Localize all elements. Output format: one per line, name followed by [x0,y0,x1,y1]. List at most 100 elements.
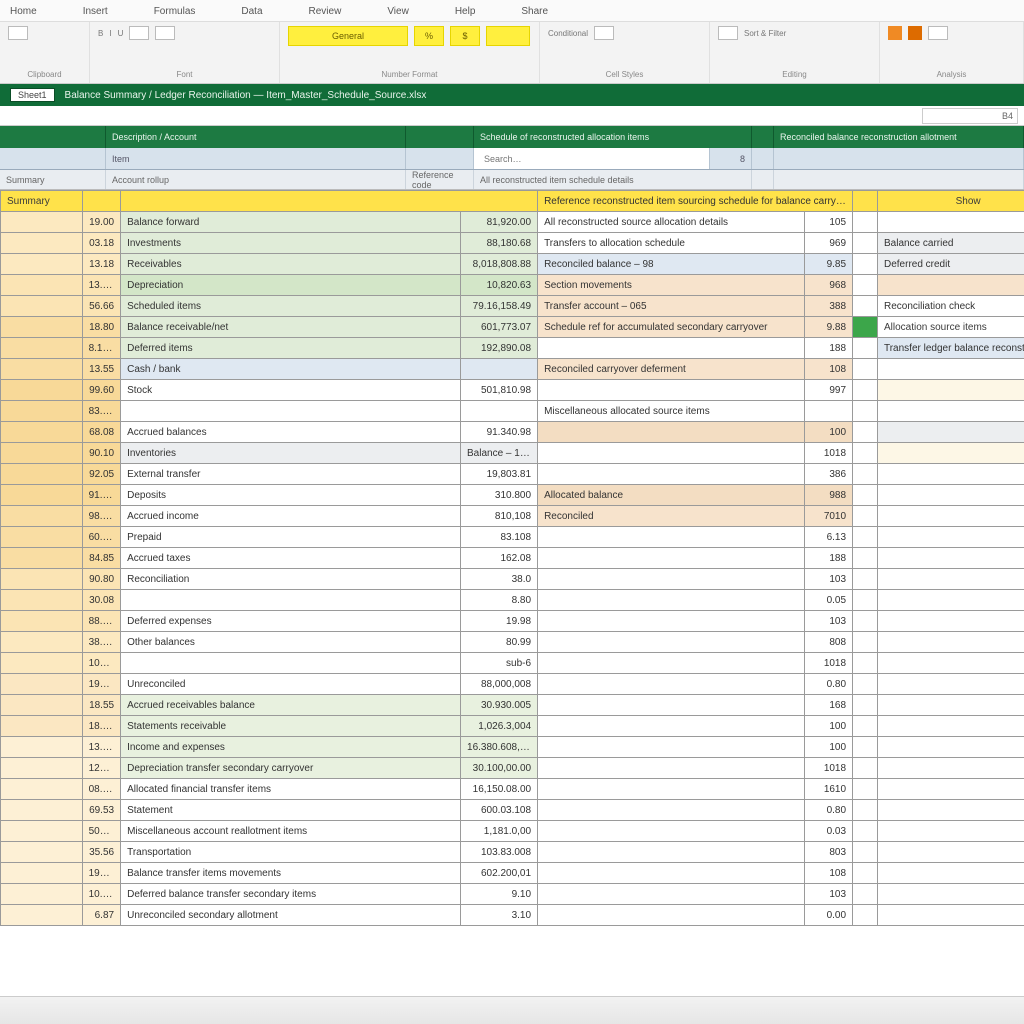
cell[interactable] [853,422,878,443]
cell[interactable]: 100 [805,716,853,737]
cell[interactable] [538,695,805,716]
table-row[interactable]: 84.85Accrued taxes162.08188181 [1,548,1024,569]
table-row[interactable]: 19.00Balance forward81,920.00All reconst… [1,212,1024,233]
cell[interactable]: Reference reconstructed item sourcing sc… [538,191,853,212]
cell[interactable]: 13.800 [82,275,121,296]
ribbon-tab[interactable]: Help [455,2,476,21]
cell[interactable] [853,569,878,590]
cell[interactable]: 6.13 [805,527,853,548]
table-row[interactable]: 6.87Unreconciled secondary allotment3.10… [1,905,1024,926]
cell[interactable] [461,359,538,380]
cell[interactable] [853,317,878,338]
cell[interactable] [1,422,83,443]
table-row[interactable]: 18.55Accrued receivables balance30.930.0… [1,695,1024,716]
cell[interactable]: 0.80 [805,800,853,821]
cell[interactable] [538,422,805,443]
cell[interactable] [853,338,878,359]
cell[interactable] [538,716,805,737]
font-item[interactable]: U [118,29,124,38]
cell[interactable]: 08.181 [82,779,121,800]
cell[interactable] [853,737,878,758]
cell[interactable]: 105 [805,212,853,233]
cell[interactable]: 310.800 [461,485,538,506]
cell[interactable]: 601,773.07 [461,317,538,338]
cell[interactable]: 1018 [805,443,853,464]
cell[interactable]: 69.53 [82,800,121,821]
cell[interactable] [1,779,83,800]
cell[interactable] [1,527,83,548]
cell[interactable] [853,611,878,632]
cell[interactable] [1,758,83,779]
cell[interactable] [877,716,1024,737]
cell[interactable]: 108 [805,359,853,380]
cell[interactable] [853,800,878,821]
cell[interactable]: 7010 [805,506,853,527]
cell[interactable] [82,191,121,212]
cell[interactable]: 191.800 [82,863,121,884]
cell[interactable] [121,191,538,212]
cell[interactable]: 0.00 [805,905,853,926]
cell[interactable] [538,569,805,590]
table-row[interactable]: 13.140Income and expenses16.380.608,0101… [1,737,1024,758]
cell[interactable]: 13.18 [82,254,121,275]
cell-reference-box[interactable]: B4 [922,108,1018,124]
cell[interactable]: 1018 [805,653,853,674]
cell[interactable]: 103 [805,884,853,905]
cell[interactable] [538,758,805,779]
cell[interactable] [853,842,878,863]
cell[interactable]: 38.0 [461,569,538,590]
cell[interactable] [1,569,83,590]
cell[interactable]: Transfer account – 065 [538,296,805,317]
cell[interactable] [538,527,805,548]
cell[interactable]: 386 [805,464,853,485]
cell[interactable]: 91.340.98 [461,422,538,443]
table-row[interactable]: 13.800Depreciation10,820.63Section movem… [1,275,1024,296]
cell[interactable] [877,380,1024,401]
cell[interactable] [1,506,83,527]
cell[interactable]: 98.180 [82,506,121,527]
cell[interactable]: Schedule ref for accumulated secondary c… [538,317,805,338]
cell[interactable] [805,401,853,422]
cell[interactable] [853,779,878,800]
cell[interactable]: 103.83.008 [461,842,538,863]
cell[interactable]: Deferred credit [877,254,1024,275]
cell[interactable] [877,905,1024,926]
cell[interactable]: Reconciliation check [877,296,1024,317]
cell[interactable]: 91.180 [82,485,121,506]
cell[interactable]: Depreciation [121,275,461,296]
cell[interactable]: 997 [805,380,853,401]
cell[interactable] [538,821,805,842]
cell[interactable] [853,380,878,401]
cell[interactable] [853,233,878,254]
cell[interactable]: Transfer ledger balance reconstruct [877,338,1024,359]
cell[interactable] [1,632,83,653]
cell[interactable] [877,779,1024,800]
cell[interactable] [877,359,1024,380]
table-row[interactable]: 98.180Accrued income810,108Reconciled701… [1,506,1024,527]
cell[interactable]: 0.80 [805,674,853,695]
cell[interactable]: 8.80 [461,590,538,611]
cell[interactable] [1,590,83,611]
cell[interactable]: Receivables [121,254,461,275]
cell[interactable]: 19.98 [461,611,538,632]
cell[interactable]: 168 [805,695,853,716]
table-row[interactable]: 90.10InventoriesBalance – 1,18010188 [1,443,1024,464]
cell[interactable] [853,212,878,233]
cell[interactable] [538,590,805,611]
cell[interactable] [1,905,83,926]
cell[interactable] [1,863,83,884]
cell[interactable]: 83.108 [461,527,538,548]
cell[interactable] [877,422,1024,443]
cell[interactable]: Balance – 1,180 [461,443,538,464]
ribbon-tab[interactable]: Data [241,2,262,21]
ribbon-tab[interactable]: Insert [83,2,108,21]
cell[interactable]: 0.05 [805,590,853,611]
cell[interactable] [853,758,878,779]
cell[interactable]: 188 [805,548,853,569]
cell[interactable]: Balance receivable/net [121,317,461,338]
ribbon-tab[interactable]: Formulas [154,2,196,21]
cell[interactable]: Unreconciled secondary allotment [121,905,461,926]
styles-icon[interactable] [594,26,614,40]
table-row[interactable]: 129.95Depreciation transfer secondary ca… [1,758,1024,779]
cell[interactable] [877,653,1024,674]
